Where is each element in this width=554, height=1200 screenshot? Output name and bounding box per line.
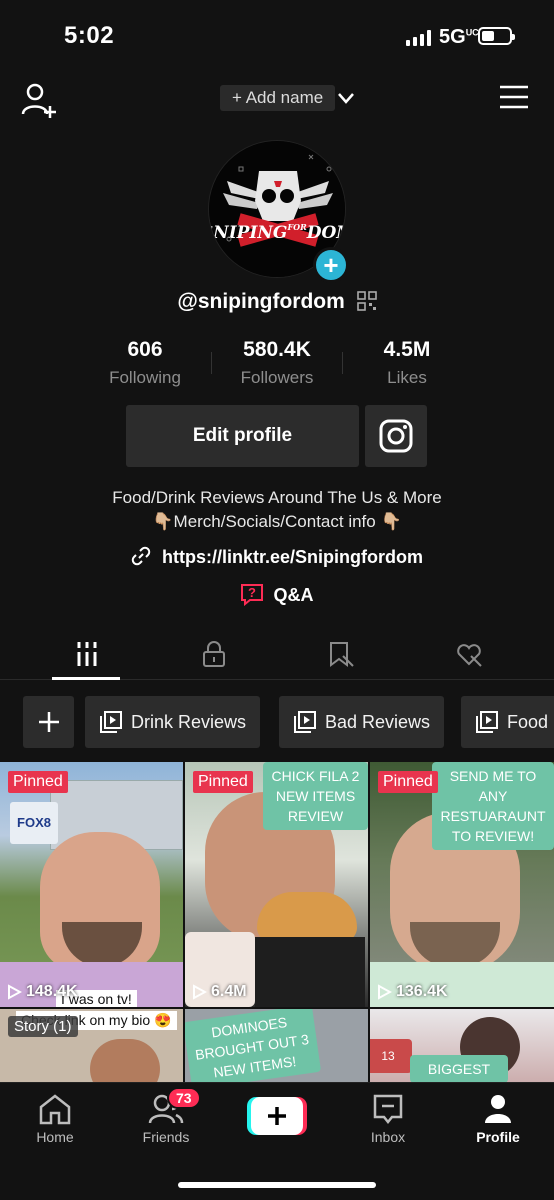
bio-link[interactable]: https://linktr.ee/Snipingfordom [0,546,554,568]
qa-icon: ? [241,584,264,606]
nav-home[interactable]: Home [10,1093,100,1145]
link-icon [131,546,151,566]
chevron-down-icon[interactable] [336,88,356,108]
nav-inbox[interactable]: Inbox [343,1093,433,1145]
video-thumbnail[interactable]: DOMINOES BROUGHT OUT 3 NEW ITEMS! [185,1009,368,1082]
tab-private-lock-icon[interactable] [200,640,228,668]
tab-liked-hidden-icon[interactable] [455,640,483,668]
stat-following[interactable]: 606 Following [80,338,210,388]
playlist-icon [294,711,316,733]
nav-profile[interactable]: Profile [453,1093,543,1145]
add-name-button[interactable]: + Add name [220,85,336,111]
create-button[interactable] [247,1097,307,1135]
avatar-text: SNIPINGFORDOM [209,222,346,243]
video-caption-bubble: SEND ME TO ANY RESTUARAUNT TO REVIEW! [432,762,554,850]
profile-icon [485,1095,511,1123]
pinned-badge: Pinned [8,771,68,793]
inbox-icon [373,1094,403,1125]
stat-likes[interactable]: 4.5M Likes [342,338,472,388]
video-thumbnail[interactable]: 13 BIGGEST [370,1009,554,1082]
username: @snipingfordom [177,290,345,313]
pinned-badge: Pinned [193,771,253,793]
story-badge[interactable]: Story (1) [8,1016,78,1037]
bio-line: Food/Drink Reviews Around The Us & More [112,488,442,507]
add-avatar-button[interactable]: + [313,247,349,283]
battery-icon [478,27,515,45]
news-sign: FOX8 [10,802,58,844]
tab-favorites-hidden-icon[interactable] [327,640,355,668]
repost-badge: 13 [370,1039,412,1073]
video-grid: FOX8 Pinned I was on tv! 148.4K CHICK FI… [0,762,554,1082]
status-bar: 5:02 5GUC [0,0,554,72]
video-caption-bubble: CHICK FILA 2 NEW ITEMS REVIEW [263,762,368,830]
view-count: 6.4M [191,983,247,1001]
playlist-chip[interactable]: Drink Reviews [85,696,261,748]
profile-header: + Add name [0,76,554,120]
view-count: 136.4K [376,983,448,1001]
playlist-chips: Drink Reviews Bad Reviews Food [0,696,554,748]
qr-code-icon[interactable] [356,291,377,311]
stat-followers[interactable]: 580.4K Followers [212,338,342,388]
friends-notification-badge: 73 [167,1087,201,1109]
playlist-icon [476,711,498,733]
video-thumbnail[interactable]: SEND ME TO ANY RESTUARAUNT TO REVIEW! Pi… [370,762,554,1007]
plus-icon [38,712,59,732]
add-playlist-button[interactable] [23,696,74,748]
active-tab-indicator [52,677,120,680]
play-icon [193,984,207,1000]
play-icon [8,984,22,1000]
playlist-icon [100,711,122,733]
video-caption-bubble: DOMINOES BROUGHT OUT 3 NEW ITEMS! [185,1009,322,1082]
clock: 5:02 [64,22,115,49]
menu-icon[interactable] [499,85,529,109]
bio: Food/Drink Reviews Around The Us & More … [0,486,554,534]
content-tabs [0,632,554,680]
pinned-badge: Pinned [378,771,438,793]
instagram-button[interactable] [365,405,427,467]
person-face-image [90,1039,160,1082]
playlist-chip[interactable]: Food [461,696,554,748]
video-thumbnail[interactable]: CHICK FILA 2 NEW ITEMS REVIEW Pinned 6.4… [185,762,368,1007]
username-row: @snipingfordom [0,290,554,314]
bio-link-text: https://linktr.ee/Snipingfordom [162,547,423,567]
play-icon [378,984,392,1000]
add-friend-icon[interactable] [20,80,60,120]
view-count: 148.4K [6,983,78,1001]
shirt-image [255,937,365,1007]
qa-button[interactable]: ? Q&A [0,582,554,606]
video-caption-bubble: BIGGEST [410,1055,508,1082]
home-indicator[interactable] [178,1182,376,1188]
instagram-icon [379,419,413,453]
edit-profile-button[interactable]: Edit profile [126,405,359,467]
profile-stats: 606 Following 580.4K Followers 4.5M Like… [0,338,554,388]
chicken-sandwich-image [257,892,357,942]
network-indicator: 5GUC [439,26,479,48]
video-thumbnail[interactable]: FOX8 Pinned I was on tv! 148.4K [0,762,183,1007]
qa-label: Q&A [273,585,314,605]
playlist-chip[interactable]: Bad Reviews [279,696,445,748]
home-icon [39,1094,71,1125]
svg-text:?: ? [249,585,257,600]
cellular-signal-icon [406,30,431,46]
tab-videos-grid-icon[interactable] [73,640,101,668]
bio-line: 👇🏼Merch/Socials/Contact info 👇🏼 [152,512,402,531]
